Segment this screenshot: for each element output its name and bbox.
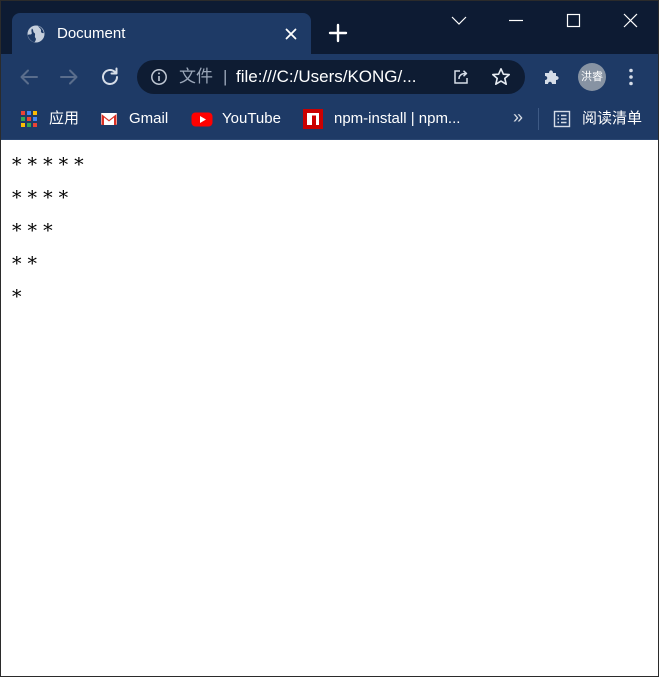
star-row: * * * * — [12, 187, 69, 209]
new-tab-plus-icon[interactable] — [327, 22, 349, 44]
bookmark-star-icon[interactable] — [491, 67, 511, 87]
maximize-icon[interactable] — [544, 1, 602, 41]
share-icon[interactable] — [452, 68, 470, 86]
forward-arrow-icon[interactable] — [57, 65, 81, 89]
star-row: * * * — [12, 220, 53, 242]
bookmark-apps[interactable]: 应用 — [20, 109, 82, 129]
bookmarks-bar: 应用 Gmail YouTube npm-install | npm... » … — [1, 99, 658, 140]
bookmark-youtube[interactable]: YouTube — [191, 109, 287, 129]
bookmark-label: YouTube — [222, 110, 281, 127]
bookmark-label: npm-install | npm... — [334, 110, 461, 127]
url-text[interactable]: file:///C:/Users/KONG/... — [236, 67, 416, 87]
scheme-separator: | — [223, 67, 228, 86]
star-row: * — [12, 286, 22, 308]
youtube-icon — [191, 112, 213, 127]
browser-window: Document 文件 | file:///C:/Users/KONG/... … — [0, 0, 659, 677]
navigation-toolbar: 文件 | file:///C:/Users/KONG/... 洪睿 — [1, 54, 658, 99]
back-arrow-icon[interactable] — [17, 65, 41, 89]
info-icon[interactable] — [150, 68, 168, 86]
star-row: * * * * * — [12, 154, 84, 176]
reading-list-button[interactable]: 阅读清单 — [553, 109, 648, 129]
profile-avatar[interactable]: 洪睿 — [578, 63, 606, 91]
npm-icon — [303, 109, 323, 129]
extensions-puzzle-icon[interactable] — [541, 66, 563, 88]
reading-list-label: 阅读清单 — [582, 110, 643, 127]
reading-list-icon — [553, 110, 571, 128]
tab-search-chevron-icon[interactable] — [430, 1, 488, 41]
apps-grid-icon — [21, 111, 37, 127]
bookmark-gmail[interactable]: Gmail — [100, 109, 174, 129]
gmail-icon — [101, 113, 117, 125]
address-bar[interactable]: 文件 | file:///C:/Users/KONG/... — [137, 60, 525, 94]
bookmarks-divider — [538, 108, 539, 130]
scheme-label: 文件 — [179, 67, 213, 86]
more-bookmarks-chevron[interactable]: » — [513, 107, 523, 127]
reload-icon[interactable] — [98, 65, 122, 89]
bookmark-npm[interactable]: npm-install | npm... — [303, 109, 478, 129]
kebab-menu-icon[interactable] — [621, 66, 641, 88]
page-content: * * * * * * * * * * * * * * * — [1, 140, 658, 676]
bookmark-label: Gmail — [129, 110, 169, 127]
bookmark-label: 应用 — [49, 110, 80, 127]
minimize-icon[interactable] — [487, 1, 545, 41]
globe-icon — [27, 25, 45, 43]
close-tab-icon[interactable] — [281, 24, 301, 44]
tab-title: Document — [57, 25, 126, 42]
close-window-icon[interactable] — [601, 1, 659, 41]
title-bar: Document — [1, 1, 658, 54]
star-row: * * — [12, 253, 38, 275]
tab-document[interactable]: Document — [12, 13, 311, 54]
